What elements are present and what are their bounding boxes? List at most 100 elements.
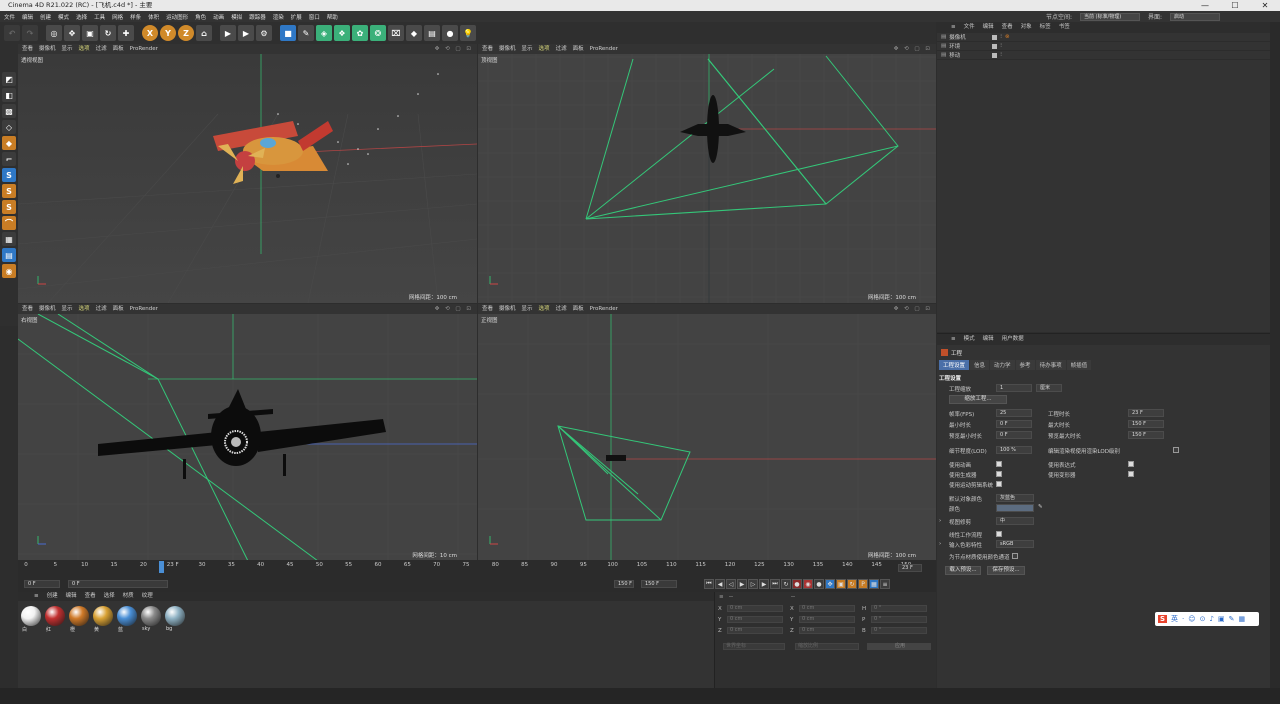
viewport-menu-item[interactable]: 显示 [522,44,533,54]
tag-icon[interactable]: ⊗ [1005,34,1010,40]
om-menu-item[interactable]: 文件 [964,22,975,33]
menu-item[interactable]: 工具 [94,13,105,21]
offset-frame-field[interactable]: 0 F [68,580,168,588]
make-editable-icon[interactable]: ◩ [2,72,16,86]
visibility-toggle[interactable] [992,43,998,49]
menu-item[interactable]: 选择 [76,13,87,21]
position-key-icon[interactable]: ✥ [825,579,835,589]
save-preset-button[interactable]: 保存预设... [987,566,1025,575]
model-mode-icon[interactable]: ◧ [2,88,16,102]
material-swatch[interactable]: sky [140,606,162,632]
ime-button[interactable]: ✎ [1229,615,1235,623]
viewport-menu-item[interactable]: 查看 [22,304,33,314]
move-icon[interactable]: ✥ [64,25,80,41]
menu-item[interactable]: 样条 [130,13,141,21]
right-side-tabs[interactable] [1270,22,1280,688]
menu-item[interactable]: 创建 [40,13,51,21]
project-time-field[interactable]: 23 F [1128,409,1164,417]
live-select-icon[interactable]: ◎ [46,25,62,41]
material-menu-icon[interactable]: ≡ [34,592,39,601]
render-toggle-icon[interactable]: ⁝ [1000,34,1002,40]
scale-key-icon[interactable]: ▣ [836,579,846,589]
current-frame-field[interactable]: 23 F [898,564,922,572]
rotate-icon[interactable]: ↻ [100,25,116,41]
viewport-menu-item[interactable]: 面板 [573,44,584,54]
max-time-field[interactable]: 150 F [1128,420,1164,428]
viewport-menu-item[interactable]: 选项 [79,44,90,54]
workplane-icon[interactable]: ▦ [2,232,16,246]
menu-item[interactable]: 窗口 [309,13,320,21]
material-menu-item[interactable]: 纹理 [142,592,153,601]
viewport-nav-icon[interactable]: ✥ ⟲ ▢ ⊡ [435,304,473,314]
material-menu-item[interactable]: 编辑 [66,592,77,601]
viewport-menu-item[interactable]: 选项 [539,44,550,54]
menu-item[interactable]: 动画 [213,13,224,21]
undo-icon[interactable]: ↶ [4,25,20,41]
material-swatch[interactable]: bg [164,606,186,632]
scale-unit-dropdown[interactable]: 厘米 [1036,384,1062,392]
scale-icon[interactable]: ▣ [82,25,98,41]
cloner-icon[interactable]: ❖ [334,25,350,41]
cube-icon[interactable]: ■ [280,25,296,41]
coords-menu-icon[interactable]: ≡ [719,594,724,600]
viewport-nav-icon[interactable]: ✥ ⟲ ▢ ⊡ [435,44,473,54]
apply-button[interactable]: 应用 [867,643,931,650]
viewport-menu-item[interactable]: 面板 [113,304,124,314]
viewport-menu-item[interactable]: 显示 [62,44,73,54]
lock-icon[interactable]: ◉ [2,264,16,278]
viewport-menu-item[interactable]: ProRender [590,44,618,54]
object-color-dropdown[interactable]: 灰蓝色 [996,494,1034,502]
y-axis-icon[interactable]: Y [160,25,176,41]
minimize-button[interactable]: — [1190,0,1220,11]
visibility-toggle[interactable] [992,52,998,58]
object-row[interactable]: ▤ 环境 ⁝ [937,42,1280,51]
redo-icon[interactable]: ↷ [22,25,38,41]
input-method-toolbar[interactable]: S 英 · ☺ ⊙ ♪ ▣ ✎ ▦ [1155,612,1259,626]
effector-icon[interactable]: ❂ [370,25,386,41]
ime-button[interactable]: ♪ [1209,615,1213,623]
scale-mode-dropdown[interactable]: 缩放比例 [795,643,859,650]
coord-field[interactable]: 0 ° [871,627,927,634]
scene-icon[interactable]: ▤ [424,25,440,41]
rotate-key-icon[interactable]: ↻ [847,579,857,589]
timeline-menu-icon[interactable]: ≡ [880,579,890,589]
coord-system-dropdown[interactable]: 世界坐标 [723,643,785,650]
expand-arrow-icon[interactable]: › [939,518,941,524]
eyedropper-icon[interactable]: ✎ [1038,504,1043,510]
material-swatch[interactable]: 黄 [92,606,114,633]
magnet-icon[interactable]: ⌒ [2,216,16,230]
ime-button[interactable]: 英 [1171,614,1178,624]
viewport-nav-icon[interactable]: ✥ ⟲ ▢ ⊡ [894,304,932,314]
snap-s-icon[interactable]: S [2,168,16,182]
maximize-button[interactable]: ☐ [1220,0,1250,11]
goto-start-icon[interactable]: ⏮ [704,579,714,589]
ime-button[interactable]: · [1182,615,1184,623]
ime-button[interactable]: ▦ [1238,615,1245,623]
viewport-menu-item[interactable]: 摄像机 [499,304,516,314]
preview-max-field[interactable]: 150 F [1128,431,1164,439]
viewport-menu-item[interactable]: 过滤 [96,44,107,54]
viewport-menu-item[interactable]: 摄像机 [499,44,516,54]
expand-arrow-icon[interactable]: › [939,541,941,547]
attribute-tab[interactable]: 待办事项 [1035,360,1066,370]
coord-field[interactable]: 0 cm [799,627,855,634]
end-frame-field[interactable]: 150 F [614,580,634,588]
start-frame-field[interactable]: 0 F [24,580,60,588]
max-frame-field[interactable]: 150 F [641,580,677,588]
attribute-tab[interactable]: 信息 [970,360,990,370]
linear-workflow-checkbox[interactable] [996,531,1002,537]
keyframe-icon[interactable]: ● [814,579,824,589]
pla-key-icon[interactable]: ▦ [869,579,879,589]
coord-field[interactable]: 0 cm [727,616,783,623]
visibility-toggle[interactable] [992,34,998,40]
camera-icon[interactable]: ● [442,25,458,41]
points-mode-icon[interactable]: ◇ [2,120,16,134]
render-settings-icon[interactable]: ⚙ [256,25,272,41]
attribute-tab[interactable]: 参考 [1015,360,1035,370]
viewport-menu-item[interactable]: 查看 [482,304,493,314]
material-swatch[interactable]: 蓝 [116,606,138,633]
preview-min-field[interactable]: 0 F [996,431,1032,439]
viewport-menu-item[interactable]: 查看 [22,44,33,54]
coord-field[interactable]: 0 ° [871,616,927,623]
min-time-field[interactable]: 0 F [996,420,1032,428]
